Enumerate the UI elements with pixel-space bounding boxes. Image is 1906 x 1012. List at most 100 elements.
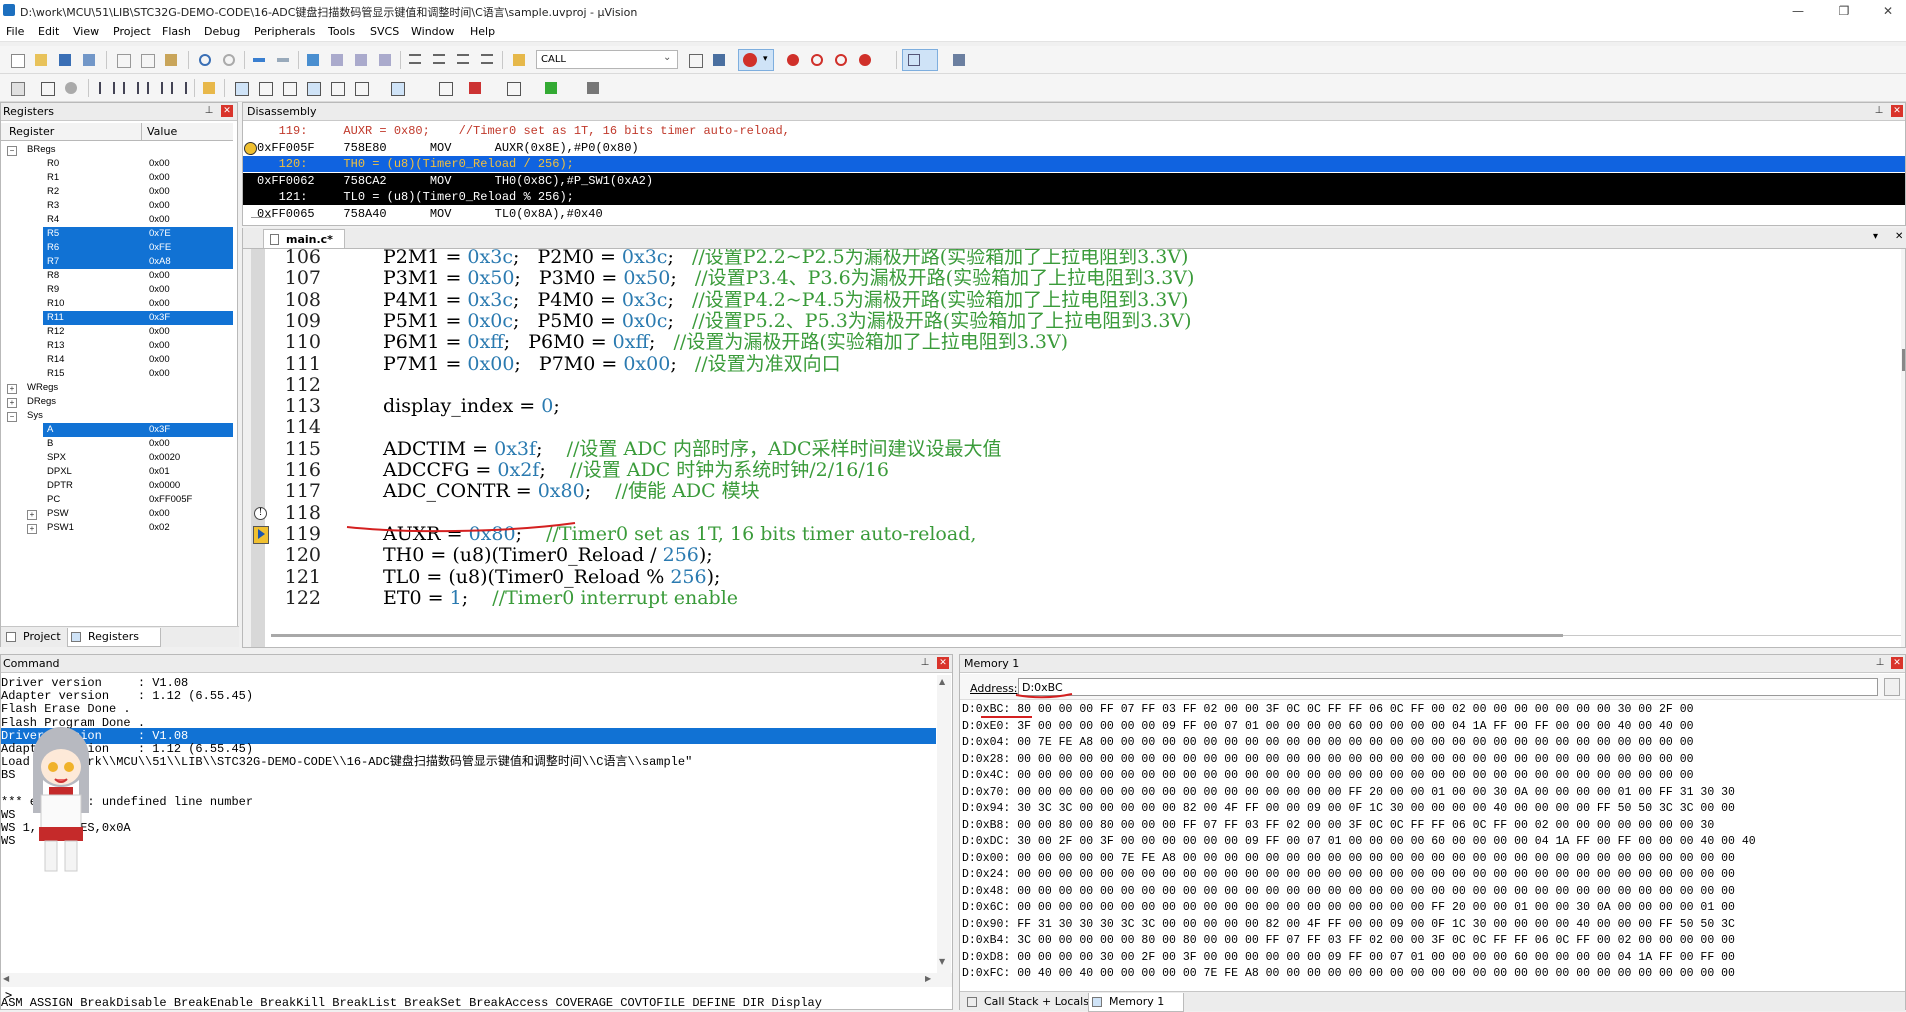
- register-value[interactable]: 0x00: [149, 297, 170, 311]
- memory-window-icon[interactable]: [388, 79, 406, 97]
- register-value[interactable]: 0xA8: [149, 255, 171, 269]
- prev-bookmark-icon[interactable]: [328, 51, 346, 69]
- menu-window[interactable]: Window: [411, 25, 454, 38]
- register-row[interactable]: R15 0x00: [1, 367, 233, 381]
- register-row[interactable]: R5 0x7E: [1, 227, 233, 241]
- menu-view[interactable]: View: [73, 25, 99, 38]
- register-value[interactable]: 0x7E: [149, 227, 171, 241]
- memory-row[interactable]: D:0x00: 00 00 00 00 00 7E FE A8 00 00 00…: [962, 852, 1897, 867]
- tab-call-stack-locals[interactable]: Call Stack + Locals: [964, 993, 1104, 1011]
- memory-row[interactable]: D:0xFC: 00 40 00 40 00 00 00 00 00 7E FE…: [962, 967, 1897, 982]
- register-row[interactable]: R13 0x00: [1, 339, 233, 353]
- analysis-window-icon[interactable]: [466, 79, 484, 97]
- register-value[interactable]: 0xFF005F: [149, 493, 192, 507]
- register-row[interactable]: R3 0x00: [1, 199, 233, 213]
- step-over-icon[interactable]: [120, 79, 139, 97]
- memory-row[interactable]: D:0x24: 00 00 00 00 00 00 00 00 00 00 00…: [962, 868, 1897, 883]
- pin-icon[interactable]: ⊥: [1874, 657, 1886, 669]
- code-line[interactable]: 110 P6M1 = 0xff; P6M0 = 0xff; //设置为漏极开路(实…: [243, 332, 1883, 353]
- register-row[interactable]: + PSW 0x00: [1, 507, 233, 521]
- memory-row[interactable]: D:0x4C: 00 00 00 00 00 00 00 00 00 00 00…: [962, 769, 1897, 784]
- show-next-statement-icon[interactable]: [200, 79, 218, 97]
- disassembly-line[interactable]: 0xFF005F 758E80 MOV AUXR(0x8E),#P0(0x80): [243, 140, 1905, 156]
- register-group[interactable]: + WRegs: [1, 381, 233, 395]
- close-tab-icon[interactable]: ✕: [1895, 231, 1903, 242]
- cut-icon[interactable]: [114, 51, 132, 69]
- code-line[interactable]: 112: [243, 374, 1883, 396]
- menu-file[interactable]: File: [6, 25, 24, 38]
- save-all-icon[interactable]: [80, 51, 98, 69]
- register-row[interactable]: PC 0xFF005F: [1, 493, 233, 507]
- window-layout-button[interactable]: [902, 49, 938, 71]
- register-value[interactable]: 0x0000: [149, 479, 180, 493]
- save-icon[interactable]: [56, 51, 74, 69]
- code-line[interactable]: 120 TH0 = (u8)(Timer0_Reload / 256);: [243, 545, 1883, 566]
- address-input[interactable]: D:0xBC: [1018, 678, 1878, 696]
- open-file-icon[interactable]: [32, 51, 50, 69]
- disassembly-line[interactable]: 0xFF0062 758CA2 MOV TH0(0x8C),#P_SW1(0xA…: [243, 172, 1905, 189]
- undo-icon[interactable]: [196, 51, 214, 69]
- redo-icon[interactable]: [220, 51, 238, 69]
- register-value[interactable]: 0x01: [149, 465, 170, 479]
- column-divider[interactable]: [141, 123, 142, 140]
- paste-icon[interactable]: [162, 51, 180, 69]
- debug-session-button[interactable]: ▾: [738, 49, 774, 71]
- symbols-window-icon[interactable]: [280, 79, 298, 97]
- register-value[interactable]: 0x00: [149, 325, 170, 339]
- register-group[interactable]: − BRegs: [1, 143, 233, 157]
- memory-row[interactable]: D:0x28: 00 00 00 00 00 00 00 00 00 00 00…: [962, 753, 1897, 768]
- tab-main-c[interactable]: main.c*: [263, 229, 345, 248]
- memory-row[interactable]: D:0x94: 30 3C 3C 00 00 00 00 00 82 00 4F…: [962, 802, 1897, 817]
- expand-icon[interactable]: +: [7, 384, 17, 394]
- code-line[interactable]: 111 P7M1 = 0x00; P7M0 = 0x00; //设置为准双向口: [243, 353, 1883, 375]
- disassembly-line[interactable]: 120: TH0 = (u8)(Timer0_Reload / 256);: [243, 156, 1905, 172]
- pin-icon[interactable]: ⊥: [203, 105, 215, 117]
- register-row[interactable]: R0 0x00: [1, 157, 233, 171]
- breakpoint-info-icon[interactable]: !: [251, 503, 271, 524]
- register-value[interactable]: 0x00: [149, 437, 170, 451]
- register-row[interactable]: DPTR 0x0000: [1, 479, 233, 493]
- register-value[interactable]: 0x00: [149, 367, 170, 381]
- scroll-right-icon[interactable]: ▶: [925, 974, 931, 983]
- register-row[interactable]: SPX 0x0020: [1, 451, 233, 465]
- find-icon[interactable]: [686, 51, 704, 69]
- trace-window-icon[interactable]: [504, 79, 522, 97]
- memory-row[interactable]: D:0xB8: 00 00 80 00 80 00 00 00 FF 07 FF…: [962, 819, 1897, 834]
- register-value[interactable]: 0x00: [149, 185, 170, 199]
- disassembly-line[interactable]: 119: AUXR = 0x80; //Timer0 set as 1T, 16…: [243, 123, 1905, 139]
- disable-all-breakpoints-icon[interactable]: [832, 51, 850, 69]
- register-value[interactable]: 0x00: [149, 199, 170, 213]
- expand-icon[interactable]: +: [7, 398, 17, 408]
- editor-vscroll-thumb[interactable]: [1902, 349, 1905, 371]
- code-line[interactable]: 122 ET0 = 1; //Timer0 interrupt enable: [243, 587, 1883, 609]
- memory-row[interactable]: D:0xBC: 80 00 00 00 FF 07 FF 03 FF 02 00…: [962, 703, 1897, 718]
- bookmark-icon[interactable]: [304, 51, 322, 69]
- close-button[interactable]: ✕: [1878, 2, 1898, 20]
- menu-project[interactable]: Project: [113, 25, 151, 38]
- command-vscrollbar[interactable]: ▲ ▼: [937, 675, 951, 973]
- collapse-icon[interactable]: −: [7, 412, 17, 422]
- memory-row[interactable]: D:0x6C: 00 00 00 00 00 00 00 00 00 00 00…: [962, 901, 1897, 916]
- step-into-icon[interactable]: [96, 79, 115, 97]
- expand-icon[interactable]: +: [27, 510, 37, 520]
- register-row[interactable]: DPXL 0x01: [1, 465, 233, 479]
- clear-bookmarks-icon[interactable]: [376, 51, 394, 69]
- disassembly-line[interactable]: 0xFF0065 758A40 MOV TL0(0x8A),#0x40: [243, 206, 1905, 222]
- memory-row[interactable]: D:0x48: 00 00 00 00 00 00 00 00 00 00 00…: [962, 885, 1897, 900]
- code-editor[interactable]: 106 P2M1 = 0x3c; P2M0 = 0x3c; //设置P2.2~P2…: [242, 248, 1906, 648]
- disassembly-window-icon[interactable]: [256, 79, 274, 97]
- menu-debug[interactable]: Debug: [204, 25, 240, 38]
- register-value[interactable]: 0x00: [149, 213, 170, 227]
- close-panel-icon[interactable]: ✕: [1891, 105, 1903, 117]
- watch-window-icon[interactable]: [352, 79, 370, 97]
- breakpoint-icon[interactable]: [784, 51, 802, 69]
- register-row[interactable]: + PSW1 0x02: [1, 521, 233, 535]
- command-window-icon[interactable]: [232, 79, 250, 97]
- memory-row[interactable]: D:0x04: 00 7E FE A8 00 00 00 00 00 00 00…: [962, 736, 1897, 751]
- current-line-arrow-icon[interactable]: [251, 524, 271, 545]
- editor-vscrollbar[interactable]: [1901, 249, 1905, 647]
- code-line[interactable]: 113 display_index = 0;: [243, 396, 1883, 417]
- tab-memory-1[interactable]: Memory 1: [1088, 993, 1184, 1012]
- stop-icon[interactable]: [62, 79, 80, 97]
- call-stack-window-icon[interactable]: [328, 79, 346, 97]
